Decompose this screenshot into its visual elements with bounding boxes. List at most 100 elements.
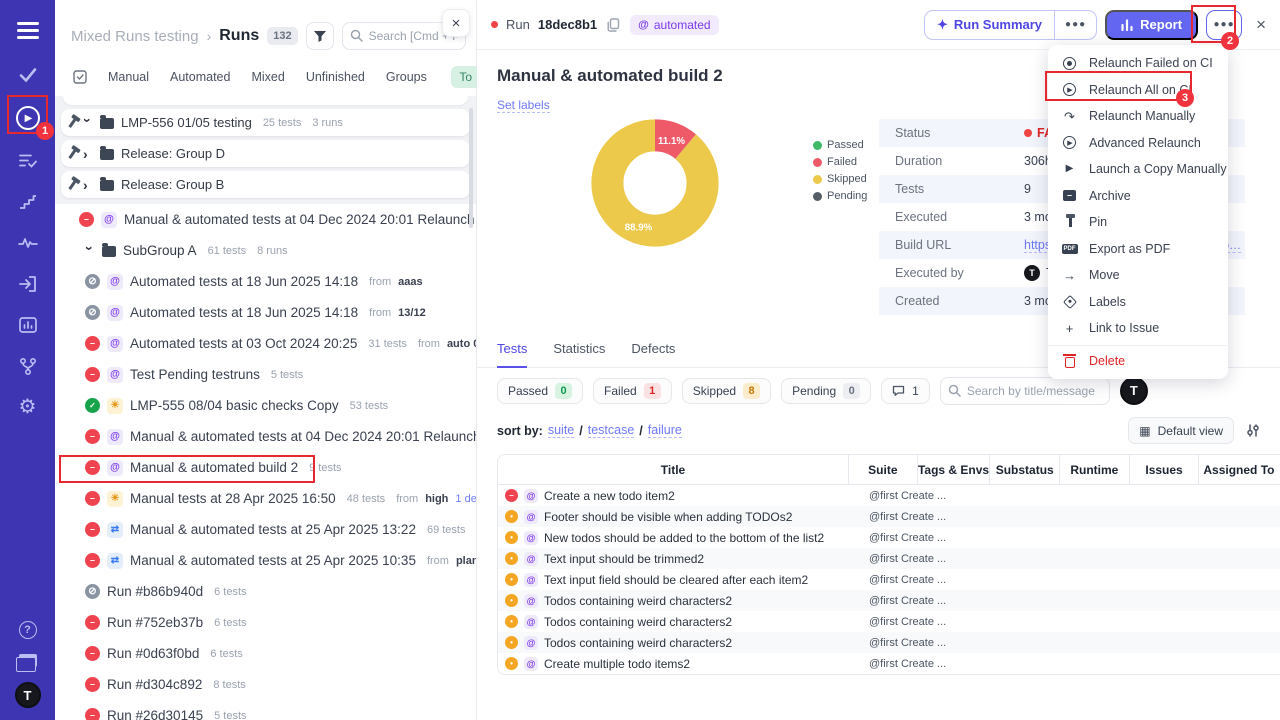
group-row[interactable]: › LMP-556 01/05 testing 25 tests 3 runs bbox=[61, 109, 470, 136]
copy-icon[interactable] bbox=[607, 17, 620, 32]
branch-icon[interactable] bbox=[17, 356, 39, 376]
filter-pill-pending[interactable]: Pending 0 bbox=[781, 377, 872, 404]
filter-button[interactable] bbox=[305, 22, 334, 50]
menu-item-delete[interactable]: Delete bbox=[1048, 344, 1228, 374]
table-row[interactable]: • @ Text input should be trimmed2 @first Cr… bbox=[498, 548, 1280, 569]
menu-item-link-to-issue[interactable]: + Link to Issue bbox=[1048, 315, 1228, 342]
run-row[interactable]: – Run #0d63f0bd 6 tests bbox=[55, 638, 476, 669]
chevron-down-icon[interactable]: › bbox=[80, 118, 96, 128]
failed-status-icon: – bbox=[505, 489, 518, 502]
default-view-button[interactable]: ▦ Default view bbox=[1128, 417, 1234, 444]
tests-search-input[interactable] bbox=[939, 376, 1110, 405]
tab-statistics[interactable]: Statistics bbox=[553, 341, 605, 367]
menu-item-move[interactable]: → Move bbox=[1048, 262, 1228, 289]
bar-chart-icon[interactable] bbox=[17, 315, 39, 335]
cancelled-status-icon: ⊘ bbox=[85, 305, 100, 320]
run-label: Run bbox=[506, 17, 530, 32]
run-row[interactable]: ⊘ Run #b86b940d 6 tests bbox=[55, 576, 476, 607]
runs-scrollbar[interactable] bbox=[469, 108, 473, 228]
run-row[interactable]: – ⇄ Manual & automated tests at 25 Apr 202… bbox=[55, 545, 476, 576]
runs-panel-close-button[interactable]: × bbox=[442, 9, 470, 37]
column-issues[interactable]: Issues bbox=[1128, 455, 1199, 485]
run-summary-button[interactable]: ✦ Run Summary bbox=[925, 17, 1054, 33]
run-summary-more-button[interactable]: ●●● bbox=[1054, 10, 1096, 39]
run-row[interactable]: – Run #d304c892 8 tests bbox=[55, 669, 476, 700]
pulse-icon[interactable] bbox=[17, 233, 39, 253]
report-button[interactable]: Report bbox=[1105, 9, 1199, 40]
check-icon[interactable] bbox=[17, 65, 39, 85]
chevron-down-icon[interactable]: › bbox=[82, 246, 98, 256]
run-row[interactable]: – Run #26d30145 5 tests bbox=[55, 700, 476, 720]
tab-automated[interactable]: Automated bbox=[170, 70, 230, 84]
table-row[interactable]: • @ Todos containing weird characters2 @fir… bbox=[498, 590, 1280, 611]
tab-today[interactable]: To bbox=[451, 66, 480, 88]
steps-icon[interactable] bbox=[17, 192, 39, 212]
comments-filter[interactable]: 1 bbox=[881, 377, 930, 404]
projects-icon[interactable] bbox=[15, 654, 37, 672]
settings-gear-icon[interactable]: ⚙ bbox=[17, 397, 39, 417]
menu-item-labels[interactable]: Labels bbox=[1048, 289, 1228, 316]
menu-icon[interactable] bbox=[16, 22, 39, 39]
cancelled-status-icon: ⊘ bbox=[85, 584, 100, 599]
table-row[interactable]: • @ New todos should be added to the botto… bbox=[498, 527, 1280, 548]
run-row[interactable]: – @ Test Pending testruns 5 tests bbox=[55, 359, 476, 390]
run-list-icon[interactable] bbox=[17, 151, 39, 171]
run-row[interactable]: ✓ ☀ LMP-555 08/04 basic checks Copy 53 test… bbox=[55, 390, 476, 421]
table-row[interactable]: – @ Create a new todo item2 @first Create .… bbox=[498, 485, 1280, 506]
filter-pill-skipped[interactable]: Skipped 8 bbox=[681, 377, 772, 404]
import-icon[interactable] bbox=[17, 274, 39, 294]
menu-item-pin[interactable]: Pin bbox=[1048, 209, 1228, 236]
tab-groups[interactable]: Groups bbox=[386, 70, 427, 84]
set-labels-link[interactable]: Set labels bbox=[497, 98, 550, 113]
column-tags-envs[interactable]: Tags & Envs bbox=[916, 455, 990, 485]
column-title[interactable]: Title bbox=[498, 463, 848, 477]
menu-item-archive[interactable]: – Archive bbox=[1048, 183, 1228, 210]
table-row[interactable]: • @ Todos containing weird characters2 @fir… bbox=[498, 632, 1280, 653]
run-row[interactable]: – Run #752eb37b 6 tests bbox=[55, 607, 476, 638]
user-avatar[interactable]: T bbox=[14, 682, 41, 708]
select-all-icon[interactable] bbox=[73, 70, 87, 84]
run-row[interactable]: – @ Automated tests at 03 Oct 2024 20:25 31… bbox=[55, 328, 476, 359]
run-row[interactable]: ⊘ @ Automated tests at 18 Jun 2025 14:18 fr… bbox=[55, 297, 476, 328]
column-runtime[interactable]: Runtime bbox=[1059, 455, 1129, 485]
tab-unfinished[interactable]: Unfinished bbox=[306, 70, 365, 84]
tab-tests[interactable]: Tests bbox=[497, 341, 528, 368]
run-row[interactable]: – @ Manual & automated tests at 04 Dec 202… bbox=[55, 204, 476, 235]
group-row[interactable]: › SubGroup A 61 tests 8 runs bbox=[55, 235, 476, 266]
table-row[interactable]: • @ Todos containing weird characters2 @fir… bbox=[498, 611, 1280, 632]
filter-pill-failed[interactable]: Failed 1 bbox=[593, 377, 672, 404]
menu-item-export-as-pdf[interactable]: PDF Export as PDF bbox=[1048, 236, 1228, 263]
menu-item-advanced-relaunch[interactable]: ▶ Advanced Relaunch bbox=[1048, 130, 1228, 157]
table-row[interactable]: • @ Footer should be visible when adding T… bbox=[498, 506, 1280, 527]
run-row[interactable]: – ⇄ Manual & automated tests at 25 Apr 202… bbox=[55, 514, 476, 545]
automated-badge[interactable]: @ automated bbox=[630, 14, 719, 35]
run-row[interactable]: – @ Manual & automated tests at 04 Dec 202… bbox=[55, 421, 476, 452]
run-row[interactable]: – ☀ Manual tests at 28 Apr 2025 16:50 48 te… bbox=[55, 483, 476, 514]
assignee-avatar[interactable]: T bbox=[1119, 376, 1148, 405]
run-row[interactable]: ⊘ @ Automated tests at 18 Jun 2025 14:18 fr… bbox=[55, 266, 476, 297]
comment-icon bbox=[892, 385, 905, 396]
column-assigned-to[interactable]: Assigned To bbox=[1198, 455, 1280, 485]
tab-mixed[interactable]: Mixed bbox=[251, 70, 284, 84]
sort-by-suite[interactable]: suite bbox=[547, 423, 575, 438]
group-row[interactable]: › Release: Group B bbox=[61, 171, 470, 198]
chevron-right-icon[interactable]: › bbox=[83, 177, 93, 193]
defects-link[interactable]: 1 defects bbox=[455, 493, 476, 505]
tab-manual[interactable]: Manual bbox=[108, 70, 149, 84]
column-suite[interactable]: Suite bbox=[848, 455, 917, 485]
filter-pill-passed[interactable]: Passed 0 bbox=[497, 377, 584, 404]
table-row[interactable]: • @ Text input field should be cleared aft… bbox=[498, 569, 1280, 590]
tab-defects[interactable]: Defects bbox=[631, 341, 675, 367]
column-substatus[interactable]: Substatus bbox=[989, 455, 1059, 485]
sort-by-testcase[interactable]: testcase bbox=[587, 423, 635, 438]
breadcrumb-project[interactable]: Mixed Runs testing bbox=[71, 28, 199, 45]
sort-by-failure[interactable]: failure bbox=[647, 423, 682, 438]
group-row[interactable]: › Release: Group D bbox=[61, 140, 470, 167]
run-detail-close-icon[interactable]: × bbox=[1256, 15, 1266, 35]
table-row[interactable]: • @ Create multiple todo items2 @first Crea… bbox=[498, 653, 1280, 674]
menu-item-relaunch-manually[interactable]: ↷ Relaunch Manually bbox=[1048, 103, 1228, 130]
help-icon[interactable]: ? bbox=[18, 621, 37, 639]
chevron-right-icon[interactable]: › bbox=[83, 146, 93, 162]
view-settings-icon[interactable] bbox=[1246, 424, 1260, 437]
menu-item-launch-a-copy-manually[interactable]: ▶ Launch a Copy Manually bbox=[1048, 156, 1228, 183]
